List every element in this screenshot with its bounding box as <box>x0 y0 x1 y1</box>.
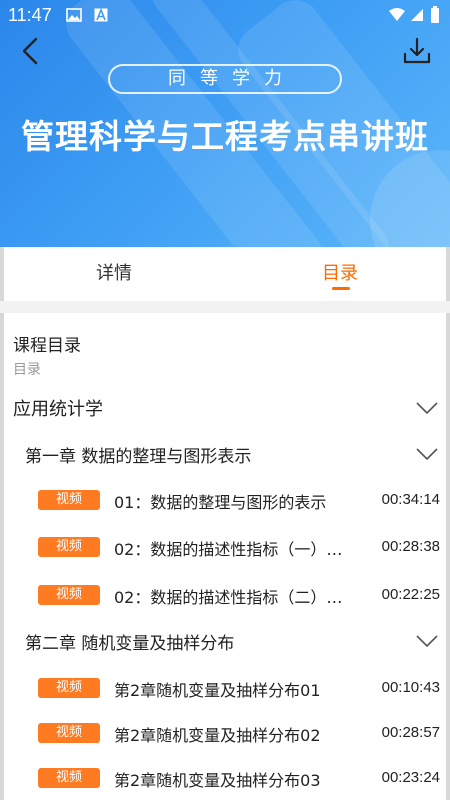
catalog-panel: 课程目录 目录 应用统计学 第一章 数据的整理与图形表示 视频 01：数据的整理… <box>0 313 450 800</box>
wifi-icon <box>389 8 405 21</box>
lesson-item[interactable]: 视频 第2章随机变量及抽样分布01 00:10:43 <box>4 676 446 702</box>
video-tag: 视频 <box>38 537 100 557</box>
lesson-duration: 00:28:57 <box>381 724 440 741</box>
chapter-title: 第二章 随机变量及抽样分布 <box>25 634 235 654</box>
chapter-row[interactable]: 第二章 随机变量及抽样分布 <box>4 629 446 657</box>
lesson-title: 02：数据的描述性指标（一）… <box>114 540 343 559</box>
lesson-title: 01：数据的整理与图形的表示 <box>114 493 327 512</box>
lesson-title: 第2章随机变量及抽样分布01 <box>114 681 321 700</box>
chevron-down-icon[interactable] <box>416 401 438 415</box>
lesson-item[interactable]: 视频 02：数据的描述性指标（一）… 00:28:38 <box>4 535 446 561</box>
lesson-item[interactable]: 视频 02：数据的描述性指标（二）… 00:22:25 <box>4 583 446 609</box>
subject-title: 应用统计学 <box>13 399 103 420</box>
catalog-subheading: 目录 <box>13 362 41 378</box>
app-screen: 11:47 同等学力 管理科学与工程考点串讲班 详情 目录 课程目录 目录 应用… <box>0 0 450 800</box>
chapter-title: 第一章 数据的整理与图形表示 <box>25 447 252 467</box>
lesson-title: 第2章随机变量及抽样分布03 <box>114 771 321 790</box>
tab-catalog[interactable]: 目录 <box>322 259 358 285</box>
image-icon <box>66 8 82 22</box>
video-tag: 视频 <box>38 678 100 698</box>
signal-icon <box>411 9 423 21</box>
video-tag: 视频 <box>38 768 100 788</box>
lesson-item[interactable]: 视频 第2章随机变量及抽样分布03 00:23:24 <box>4 766 446 792</box>
battery-icon <box>431 6 439 23</box>
video-tag: 视频 <box>38 585 100 605</box>
tab-details[interactable]: 详情 <box>96 259 132 285</box>
lesson-duration: 00:22:25 <box>381 586 440 603</box>
subject-row[interactable]: 应用统计学 <box>4 395 446 423</box>
lesson-title: 02：数据的描述性指标（二）… <box>114 588 343 607</box>
chevron-down-icon[interactable] <box>416 447 438 461</box>
video-tag: 视频 <box>38 490 100 510</box>
lesson-item[interactable]: 视频 第2章随机变量及抽样分布02 00:28:57 <box>4 721 446 747</box>
lesson-title: 第2章随机变量及抽样分布02 <box>114 726 321 745</box>
status-time: 11:47 <box>8 5 52 25</box>
course-banner: 11:47 同等学力 管理科学与工程考点串讲班 <box>0 0 450 247</box>
lesson-duration: 00:34:14 <box>381 491 440 508</box>
catalog-heading: 课程目录 <box>13 336 81 356</box>
tab-bar: 详情 目录 <box>0 247 450 301</box>
lesson-duration: 00:23:24 <box>381 769 440 786</box>
course-title: 管理科学与工程考点串讲班 <box>21 117 429 156</box>
download-icon[interactable] <box>402 36 432 66</box>
back-arrow-icon[interactable] <box>16 36 46 66</box>
section-divider <box>0 301 450 313</box>
active-tab-indicator <box>332 287 350 290</box>
video-tag: 视频 <box>38 723 100 743</box>
chevron-down-icon[interactable] <box>416 634 438 648</box>
status-bar: 11:47 <box>0 0 450 28</box>
course-type-badge: 同等学力 <box>108 64 342 94</box>
lesson-duration: 00:10:43 <box>381 679 440 696</box>
notification-a-icon <box>94 8 108 22</box>
chapter-row[interactable]: 第一章 数据的整理与图形表示 <box>4 442 446 470</box>
lesson-duration: 00:28:38 <box>381 538 440 555</box>
lesson-item[interactable]: 视频 01：数据的整理与图形的表示 00:34:14 <box>4 488 446 514</box>
